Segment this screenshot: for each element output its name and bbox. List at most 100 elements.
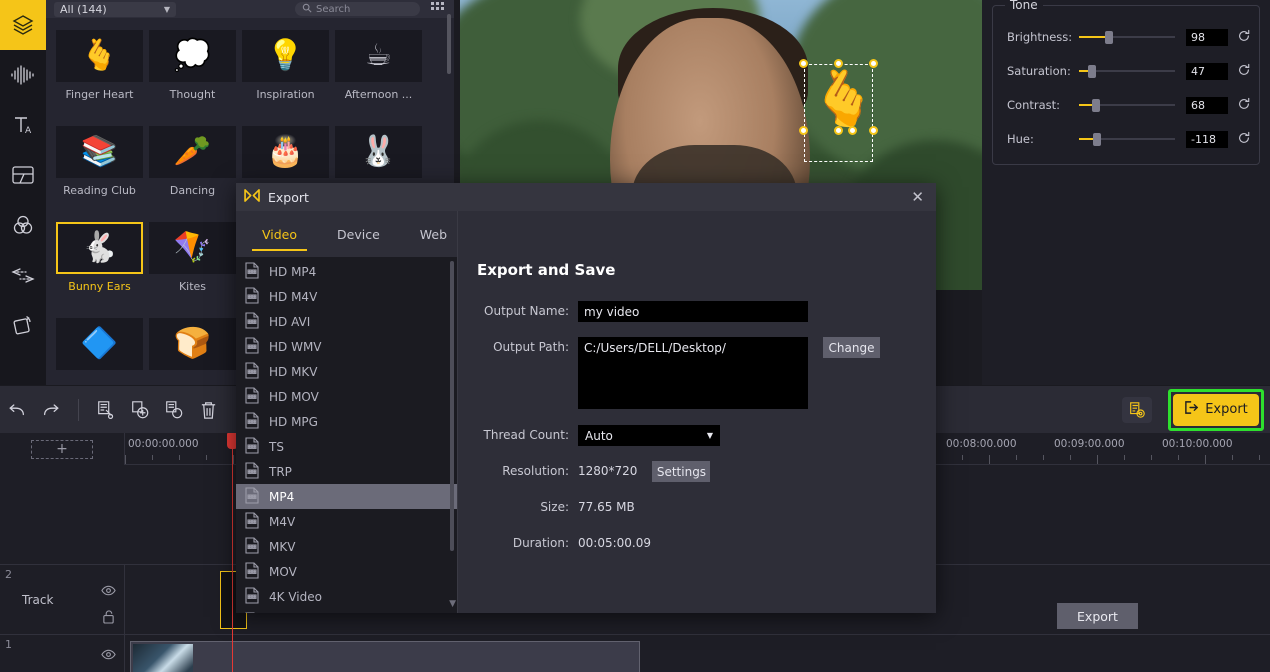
resize-handle-top-left[interactable] bbox=[799, 59, 808, 68]
rail-item-audio[interactable] bbox=[0, 50, 46, 100]
tone-value-input[interactable]: 47 bbox=[1186, 62, 1228, 80]
sticker-label: Reading Club bbox=[63, 184, 136, 197]
add-button[interactable] bbox=[123, 386, 157, 434]
split-button[interactable] bbox=[89, 386, 123, 434]
sticker-glyph: 🐇 bbox=[80, 230, 119, 265]
format-item[interactable]: HD AVI bbox=[236, 309, 457, 334]
rail-item-transitions[interactable] bbox=[0, 250, 46, 300]
delete-button[interactable] bbox=[191, 386, 225, 434]
rail-item-media-library[interactable] bbox=[0, 0, 46, 50]
sticker-item[interactable]: 💡 Inspiration bbox=[242, 30, 329, 126]
sticker-overlay-selection[interactable]: 🫰 bbox=[799, 59, 878, 162]
close-icon[interactable]: ✕ bbox=[907, 188, 928, 206]
slider-knob[interactable] bbox=[1093, 133, 1101, 146]
rail-item-filters[interactable] bbox=[0, 200, 46, 250]
track-lock-icon[interactable] bbox=[102, 609, 115, 627]
export-button-label: Export bbox=[1205, 402, 1248, 417]
resize-handle-mid-right[interactable] bbox=[869, 126, 878, 135]
library-scrollbar[interactable] bbox=[447, 14, 451, 74]
add-track-button[interactable]: + bbox=[31, 439, 93, 459]
format-item[interactable]: 4K Video bbox=[236, 584, 457, 609]
resolution-settings-button[interactable]: Settings bbox=[652, 461, 711, 482]
tone-row: Saturation: 47 bbox=[993, 54, 1259, 88]
format-item[interactable]: MOV bbox=[236, 559, 457, 584]
sticker-item[interactable]: 🪁 Kites bbox=[149, 222, 236, 318]
rail-item-effects[interactable] bbox=[0, 300, 46, 350]
format-label: HD MPG bbox=[269, 414, 318, 429]
rail-item-text[interactable]: A bbox=[0, 100, 46, 150]
tone-slider[interactable] bbox=[1079, 30, 1175, 44]
resize-handle-top-center[interactable] bbox=[834, 59, 843, 68]
tone-slider[interactable] bbox=[1079, 64, 1175, 78]
format-tab-web[interactable]: Web bbox=[400, 211, 467, 257]
sticker-thumbnail: 💡 bbox=[242, 30, 329, 82]
reset-icon[interactable] bbox=[1237, 131, 1251, 148]
reset-icon[interactable] bbox=[1237, 97, 1251, 114]
slider-knob[interactable] bbox=[1105, 31, 1113, 44]
format-list[interactable]: HD MP4 HD M4V HD AVI HD WMV HD MKV HD MOV HD M… bbox=[236, 257, 457, 613]
sticker-label: Dancing bbox=[169, 184, 216, 197]
format-item[interactable]: M4V bbox=[236, 509, 457, 534]
change-path-button[interactable]: Change bbox=[823, 337, 880, 358]
resize-handle-top-right[interactable] bbox=[869, 59, 878, 68]
redo-button[interactable] bbox=[34, 386, 68, 434]
dialog-export-button[interactable]: Export bbox=[1057, 603, 1138, 629]
format-list-scrollbar[interactable] bbox=[450, 261, 454, 551]
sticker-item[interactable]: ☕ Afternoon ... bbox=[335, 30, 422, 126]
format-item[interactable]: MP4 bbox=[236, 484, 457, 509]
tone-slider[interactable] bbox=[1079, 132, 1175, 146]
search-input[interactable]: Search bbox=[295, 2, 420, 16]
format-item[interactable]: HD WMV bbox=[236, 334, 457, 359]
project-settings-button[interactable] bbox=[1122, 396, 1152, 423]
format-item[interactable]: HEVC MP4 bbox=[236, 609, 457, 613]
grid-view-toggle[interactable] bbox=[428, 2, 446, 16]
slider-knob[interactable] bbox=[1088, 65, 1096, 78]
tone-value-input[interactable]: -118 bbox=[1186, 130, 1228, 148]
format-tab-video[interactable]: Video bbox=[242, 211, 317, 257]
category-dropdown[interactable]: All (144) ▼ bbox=[54, 1, 176, 17]
tone-slider[interactable] bbox=[1079, 98, 1175, 112]
rail-item-split-screen[interactable] bbox=[0, 150, 46, 200]
track-visibility-eye-icon[interactable] bbox=[101, 649, 116, 663]
format-item[interactable]: HD MKV bbox=[236, 359, 457, 384]
resize-handle-mid-left[interactable] bbox=[799, 126, 808, 135]
export-form-pane: Export and Save Output Name: my video Ou… bbox=[458, 211, 1138, 629]
output-name-input[interactable]: my video bbox=[578, 301, 808, 322]
sticker-item[interactable]: 🐇 Bunny Ears bbox=[56, 222, 143, 318]
format-item[interactable]: HD MOV bbox=[236, 384, 457, 409]
sticker-item[interactable]: 💭 Thought bbox=[149, 30, 236, 126]
rotate-handle[interactable] bbox=[848, 126, 857, 135]
audio-wave-icon bbox=[10, 64, 36, 86]
tone-value-input[interactable]: 68 bbox=[1186, 96, 1228, 114]
slider-fill bbox=[1079, 70, 1088, 72]
sticker-thumbnail: 🫰 bbox=[56, 30, 143, 82]
format-tab-device[interactable]: Device bbox=[317, 211, 400, 257]
chevron-down-icon[interactable]: ▼ bbox=[449, 599, 456, 609]
ruler-tick bbox=[152, 455, 153, 460]
export-button[interactable]: Export bbox=[1173, 393, 1259, 426]
format-item[interactable]: HD MP4 bbox=[236, 259, 457, 284]
format-item[interactable]: TRP bbox=[236, 459, 457, 484]
sticker-item[interactable]: 🍞 bbox=[149, 318, 236, 385]
reset-icon[interactable] bbox=[1237, 63, 1251, 80]
format-item[interactable]: MKV bbox=[236, 534, 457, 559]
format-item[interactable]: HD MPG bbox=[236, 409, 457, 434]
format-item[interactable]: TS bbox=[236, 434, 457, 459]
sticker-item[interactable]: 🫰 Finger Heart bbox=[56, 30, 143, 126]
format-item[interactable]: HD M4V bbox=[236, 284, 457, 309]
tone-value-input[interactable]: 98 bbox=[1186, 28, 1228, 46]
undo-button[interactable] bbox=[0, 386, 34, 434]
file-format-icon bbox=[244, 511, 260, 532]
timeline-clip-track1[interactable] bbox=[130, 641, 640, 672]
reset-icon[interactable] bbox=[1237, 29, 1251, 46]
slider-knob[interactable] bbox=[1092, 99, 1100, 112]
thread-count-dropdown[interactable]: Auto ▼ bbox=[578, 425, 720, 446]
resize-handle-mid-center[interactable] bbox=[834, 126, 843, 135]
output-path-input[interactable]: C:/Users/DELL/Desktop/ bbox=[578, 337, 808, 409]
duplicate-button[interactable] bbox=[157, 386, 191, 434]
playhead[interactable] bbox=[227, 433, 238, 672]
sticker-item[interactable]: 🥕 Dancing bbox=[149, 126, 236, 222]
sticker-item[interactable]: 📚 Reading Club bbox=[56, 126, 143, 222]
track-visibility-eye-icon[interactable] bbox=[101, 585, 116, 599]
sticker-item[interactable]: 🔷 bbox=[56, 318, 143, 385]
